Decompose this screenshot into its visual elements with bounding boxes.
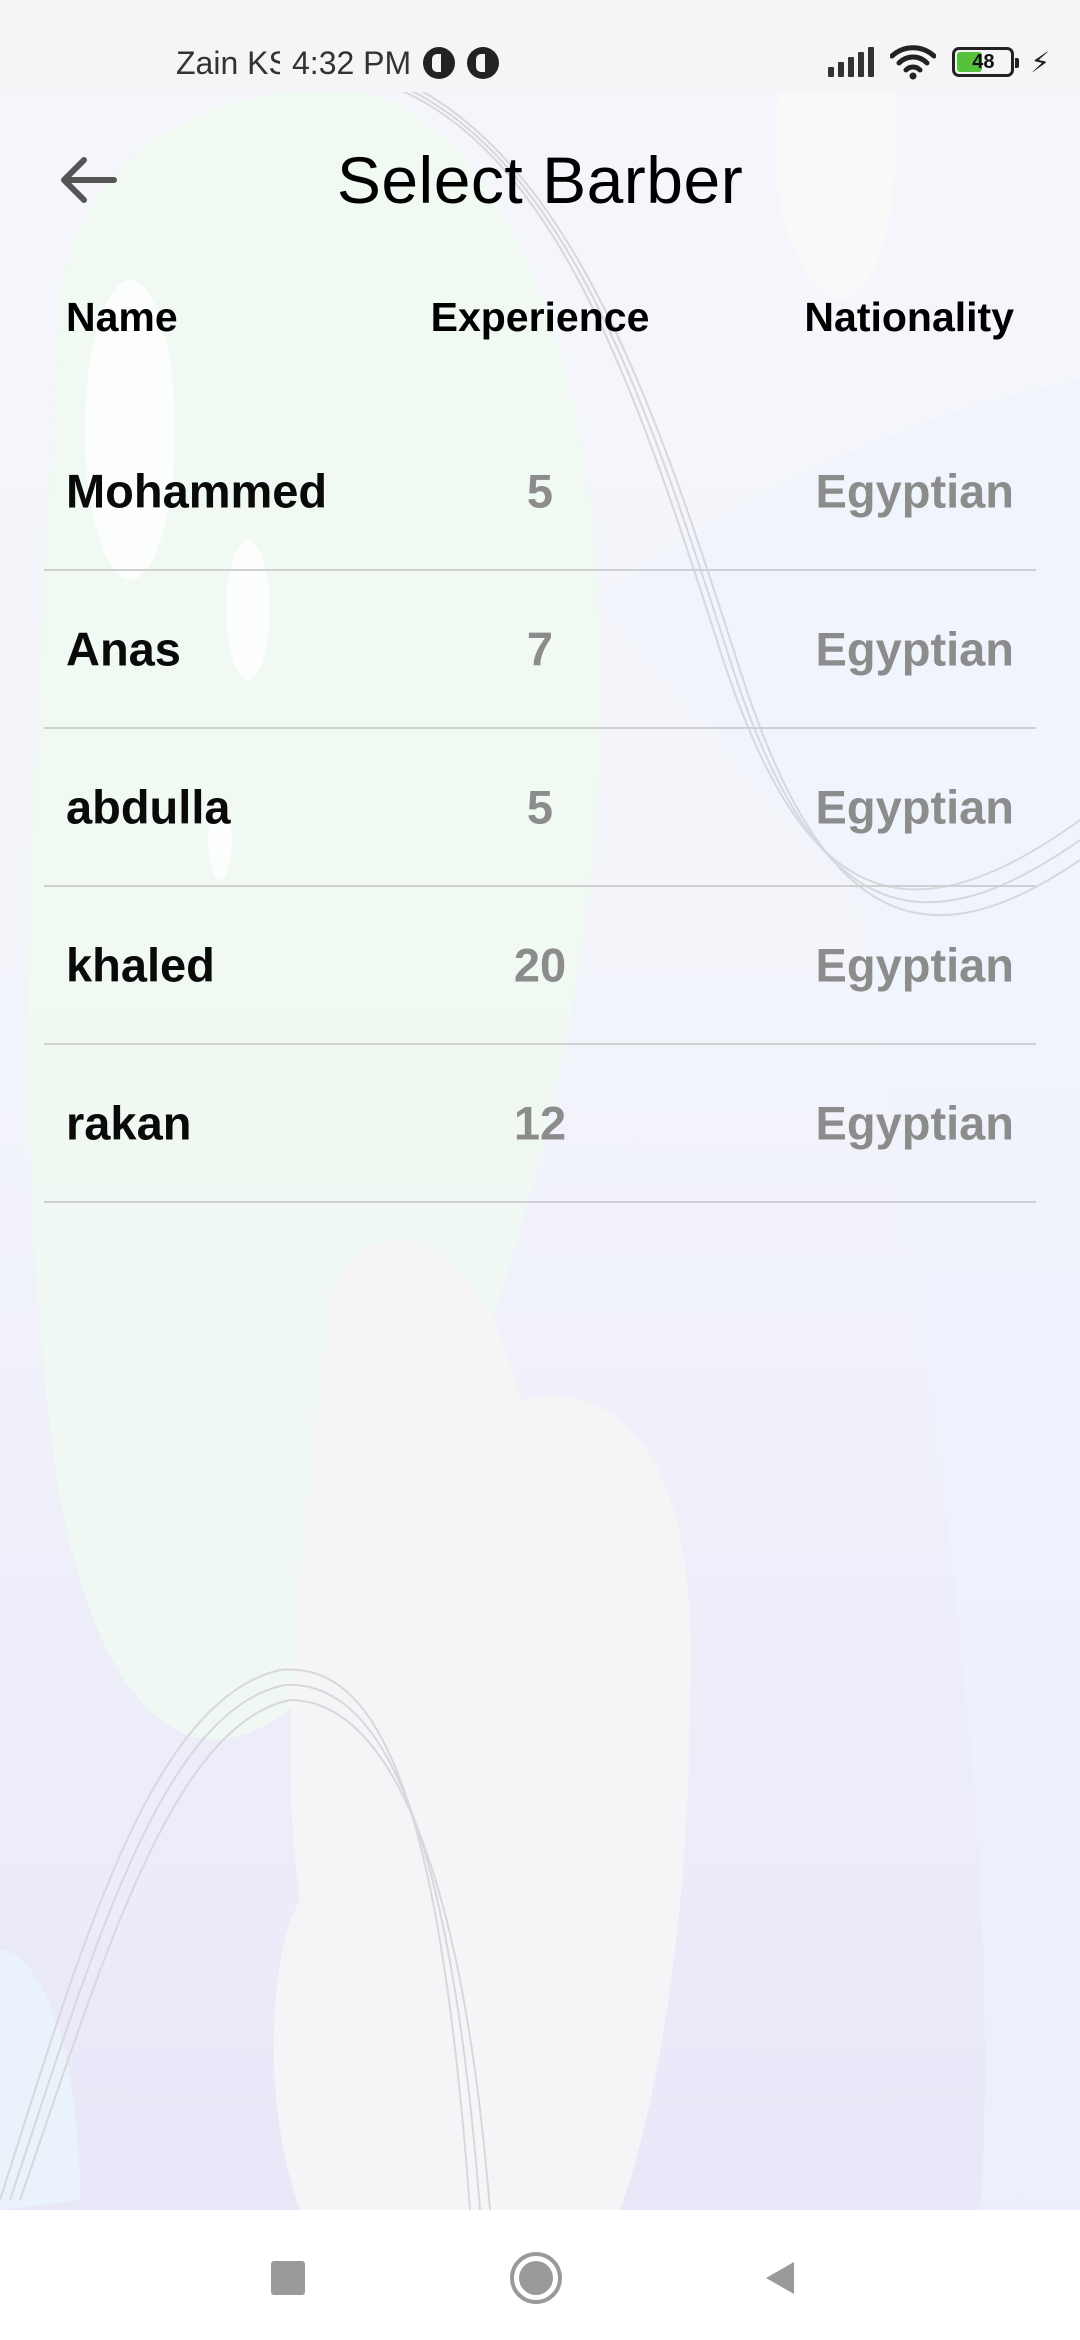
barber-nationality: Egyptian <box>815 780 1014 834</box>
clock: 4:32 PM <box>292 44 412 81</box>
system-nav-bar <box>0 2210 1080 2340</box>
system-back-button[interactable] <box>752 2250 808 2306</box>
battery-icon: 48 <box>952 47 1020 77</box>
circle-icon <box>510 2252 562 2304</box>
charging-icon: ⚡︎ <box>1030 46 1050 78</box>
status-right: 48 ⚡︎ <box>828 42 1050 82</box>
recent-apps-button[interactable] <box>260 2250 316 2306</box>
barber-row[interactable]: Mohammed 5 Egyptian <box>44 413 1036 571</box>
carrier-label: Zain KSA <box>176 44 280 81</box>
barber-row[interactable]: rakan 12 Egyptian <box>44 1045 1036 1203</box>
barber-nationality: Egyptian <box>815 938 1014 992</box>
page-title: Select Barber <box>336 143 744 217</box>
barber-list: Mohammed 5 Egyptian Anas 7 Egyptian abdu… <box>44 413 1036 1203</box>
app-notification-icon <box>423 47 456 79</box>
column-header-nationality: Nationality <box>804 294 1014 340</box>
table-header: Name Experience Nationality <box>44 284 1036 354</box>
app-notification-icon-2 <box>467 47 500 79</box>
barber-row[interactable]: Anas 7 Egyptian <box>44 571 1036 729</box>
app-header: Select Barber <box>0 120 1080 240</box>
triangle-back-icon <box>766 2262 794 2294</box>
signal-icon <box>828 47 875 77</box>
status-left: Zain KSA 4:32 PM <box>176 40 500 86</box>
wifi-icon <box>890 45 937 80</box>
barber-nationality: Egyptian <box>815 622 1014 676</box>
barber-nationality: Egyptian <box>815 464 1014 518</box>
battery-percent: 48 <box>972 50 995 73</box>
barber-row[interactable]: abdulla 5 Egyptian <box>44 729 1036 887</box>
barber-row[interactable]: khaled 20 Egyptian <box>44 887 1036 1045</box>
square-icon <box>271 2261 305 2295</box>
home-button[interactable] <box>508 2250 564 2306</box>
barber-nationality: Egyptian <box>815 1096 1014 1150</box>
status-bar: Zain KSA 4:32 PM 48 ⚡︎ <box>0 0 1080 92</box>
